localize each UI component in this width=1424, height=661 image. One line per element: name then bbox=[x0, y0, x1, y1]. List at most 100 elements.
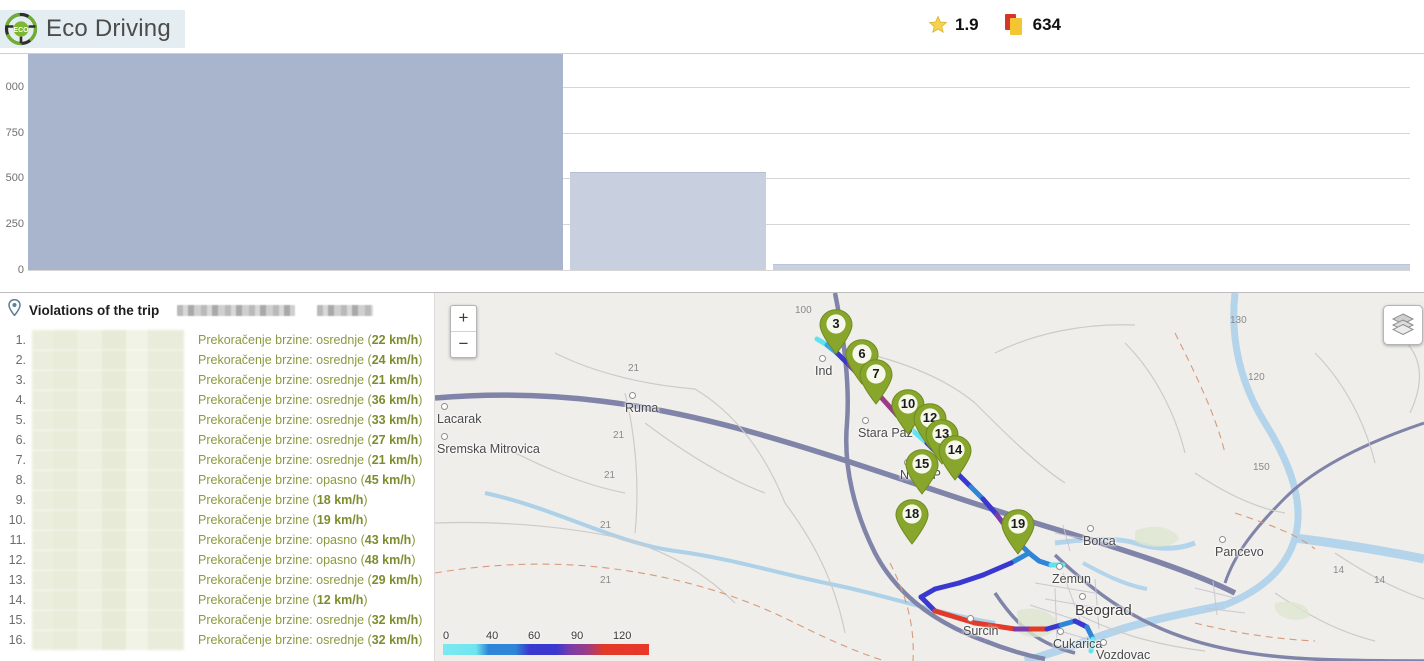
zoom-out-button[interactable]: − bbox=[451, 332, 476, 357]
violation-thumbnail bbox=[32, 510, 184, 530]
violation-index: 3. bbox=[15, 373, 26, 387]
map-place-label: Lacarak bbox=[437, 412, 482, 426]
speed-legend-tick: 40 bbox=[486, 630, 499, 642]
violation-index: 2. bbox=[15, 353, 26, 367]
brand-block[interactable]: ECO Eco Driving bbox=[0, 10, 185, 48]
violation-row[interactable]: 4. Prekoračenje brzine: osrednje (36 km/h… bbox=[0, 390, 434, 410]
chart-bar[interactable] bbox=[773, 263, 1410, 270]
map-road-number: 100 bbox=[795, 305, 812, 316]
violation-thumbnail bbox=[32, 450, 184, 470]
violation-row[interactable]: 11. Prekoračenje brzine: opasno (43 km/h) bbox=[0, 530, 434, 550]
map-city-dot bbox=[1057, 628, 1064, 635]
header-stats: 1.9 634 bbox=[928, 14, 1061, 36]
chart-plot-area bbox=[28, 54, 1410, 271]
violation-thumbnail bbox=[32, 410, 184, 430]
chart-bar[interactable] bbox=[570, 171, 766, 270]
map-violation-marker[interactable]: 18 bbox=[894, 499, 930, 545]
violation-row[interactable]: 2. Prekoračenje brzine: osrednje (24 km/h… bbox=[0, 350, 434, 370]
chart-y-axis: 0 250 500 750 000 bbox=[0, 54, 28, 276]
violation-index: 1. bbox=[15, 333, 26, 347]
violation-description: Prekoračenje brzine (18 km/h) bbox=[198, 493, 368, 507]
violations-list[interactable]: 1. Prekoračenje brzine: osrednje (22 km/h… bbox=[0, 330, 434, 650]
map-pin-icon bbox=[8, 298, 21, 321]
map-violation-marker[interactable]: 19 bbox=[1000, 509, 1036, 555]
violation-index: 12. bbox=[8, 553, 26, 567]
violation-description: Prekoračenje brzine: osrednje (29 km/h) bbox=[198, 573, 423, 587]
map-city-dot bbox=[441, 403, 448, 410]
chart-y-tick-label: 000 bbox=[5, 80, 24, 93]
map-city-dot bbox=[1219, 536, 1226, 543]
violation-index: 10. bbox=[8, 513, 26, 527]
chart-bar[interactable] bbox=[28, 54, 563, 270]
penalty-stat: 634 bbox=[1004, 14, 1061, 36]
violation-thumbnail bbox=[32, 350, 184, 370]
map-violation-marker[interactable]: 15 bbox=[904, 449, 940, 495]
violation-description: Prekoračenje brzine: osrednje (32 km/h) bbox=[198, 633, 423, 647]
violations-title: Violations of the trip bbox=[29, 302, 160, 318]
map-road-number: 21 bbox=[600, 575, 612, 586]
violation-thumbnail bbox=[32, 430, 184, 450]
map-place-label: Pancevo bbox=[1215, 545, 1264, 559]
zoom-in-button[interactable]: + bbox=[451, 306, 476, 332]
violation-thumbnail bbox=[32, 530, 184, 550]
map-place-label: Ruma bbox=[625, 401, 659, 415]
content-area: Violations of the trip 1. Prekoračenje br… bbox=[0, 293, 1424, 661]
map-zoom-controls[interactable]: + − bbox=[450, 305, 477, 358]
map-place-label: Sremska Mitrovica bbox=[437, 442, 540, 456]
map-road-number: 14 bbox=[1333, 565, 1345, 576]
rating-value: 1.9 bbox=[955, 15, 979, 34]
rating-stat: 1.9 bbox=[928, 15, 979, 35]
redacted-trip-name bbox=[177, 304, 296, 316]
violation-thumbnail bbox=[32, 330, 184, 350]
violation-description: Prekoračenje brzine: osrednje (27 km/h) bbox=[198, 433, 423, 447]
violation-row[interactable]: 3. Prekoračenje brzine: osrednje (21 km/h… bbox=[0, 370, 434, 390]
violation-row[interactable]: 13. Prekoračenje brzine: osrednje (29 km/… bbox=[0, 570, 434, 590]
map-city-dot bbox=[629, 392, 636, 399]
violation-description: Prekoračenje brzine: osrednje (21 km/h) bbox=[198, 453, 423, 467]
chart-y-tick-label: 500 bbox=[5, 172, 24, 185]
redacted-trip-id bbox=[317, 304, 374, 316]
map-layers-button[interactable] bbox=[1383, 305, 1423, 345]
violation-description: Prekoračenje brzine: osrednje (21 km/h) bbox=[198, 373, 423, 387]
violation-index: 14. bbox=[8, 593, 26, 607]
violation-thumbnail bbox=[32, 570, 184, 590]
map-violation-marker[interactable]: 7 bbox=[858, 359, 894, 405]
violation-thumbnail bbox=[32, 550, 184, 570]
map-place-label: Borca bbox=[1083, 534, 1116, 548]
violation-row[interactable]: 7. Prekoračenje brzine: osrednje (21 km/h… bbox=[0, 450, 434, 470]
violation-row[interactable]: 15. Prekoračenje brzine: osrednje (32 km/… bbox=[0, 610, 434, 630]
map-violation-marker[interactable]: 14 bbox=[937, 435, 973, 481]
chart-y-tick-label: 0 bbox=[17, 264, 24, 276]
violation-row[interactable]: 12. Prekoračenje brzine: opasno (48 km/h) bbox=[0, 550, 434, 570]
violation-thumbnail bbox=[32, 590, 184, 610]
violation-row[interactable]: 14. Prekoračenje brzine (12 km/h) bbox=[0, 590, 434, 610]
violation-row[interactable]: 9. Prekoračenje brzine (18 km/h) bbox=[0, 490, 434, 510]
map-place-label: Cukarica bbox=[1053, 637, 1103, 651]
map-road-number: 21 bbox=[604, 470, 616, 481]
violation-thumbnail bbox=[32, 370, 184, 390]
map-place-label: Ind bbox=[815, 364, 833, 378]
violation-row[interactable]: 6. Prekoračenje brzine: osrednje (27 km/h… bbox=[0, 430, 434, 450]
violation-index: 6. bbox=[15, 433, 26, 447]
violations-header: Violations of the trip bbox=[0, 293, 434, 327]
violation-description: Prekoračenje brzine: osrednje (32 km/h) bbox=[198, 613, 423, 627]
speed-legend: 0 40 60 90 120 bbox=[443, 630, 649, 655]
violation-index: 13. bbox=[8, 573, 26, 587]
violation-index: 16. bbox=[8, 633, 26, 647]
chart-y-tick-label: 250 bbox=[5, 218, 24, 231]
violation-thumbnail bbox=[32, 390, 184, 410]
app-header: ECO Eco Driving 1.9 634 bbox=[0, 0, 1424, 54]
speed-legend-tick: 120 bbox=[613, 630, 632, 642]
violation-description: Prekoračenje brzine (19 km/h) bbox=[198, 513, 368, 527]
violation-row[interactable]: 8. Prekoračenje brzine: opasno (45 km/h) bbox=[0, 470, 434, 490]
violation-row[interactable]: 1. Prekoračenje brzine: osrednje (22 km/h… bbox=[0, 330, 434, 350]
violation-row[interactable]: 5. Prekoračenje brzine: osrednje (33 km/h… bbox=[0, 410, 434, 430]
trip-map[interactable]: Lacarak Sremska Mitrovica Ruma Ind Stara Paz… bbox=[435, 293, 1424, 661]
summary-bar-chart: 0 250 500 750 000 bbox=[0, 54, 1424, 293]
violation-row[interactable]: 16. Prekoračenje brzine: osrednje (32 km/… bbox=[0, 630, 434, 650]
violation-index: 8. bbox=[15, 473, 26, 487]
violation-row[interactable]: 10. Prekoračenje brzine (19 km/h) bbox=[0, 510, 434, 530]
map-road-number: 120 bbox=[1248, 372, 1265, 383]
violation-index: 11. bbox=[9, 533, 26, 547]
chart-y-tick-label: 750 bbox=[5, 126, 24, 139]
